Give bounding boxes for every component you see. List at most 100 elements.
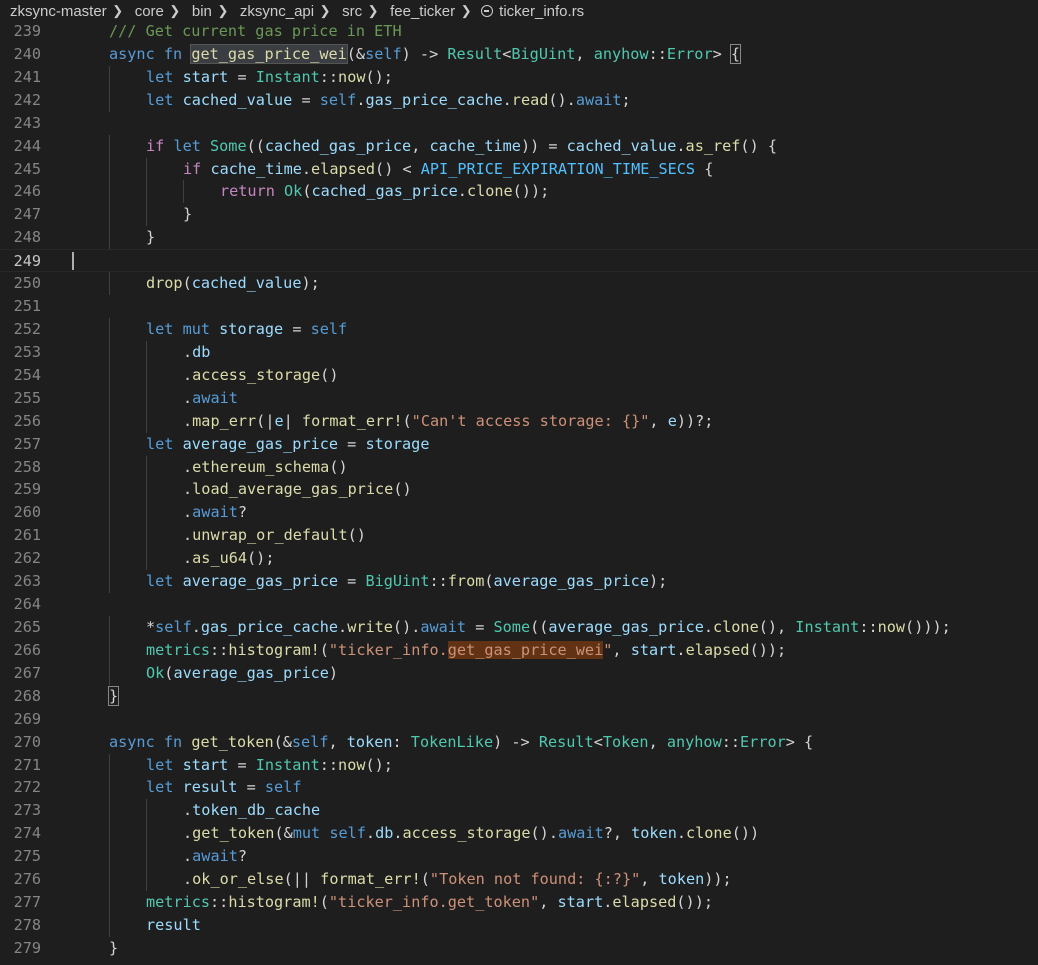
code-token: clone xyxy=(466,182,513,201)
indent-guide xyxy=(109,913,110,937)
code-line[interactable]: 248} xyxy=(0,226,1038,250)
code-token: Some xyxy=(493,617,531,636)
code-token: (& xyxy=(346,44,366,63)
code-token: . xyxy=(393,824,403,843)
breadcrumb-item[interactable]: core xyxy=(125,3,164,20)
code-line[interactable]: 249 xyxy=(0,249,1038,273)
code-token: metrics xyxy=(146,640,211,659)
code-line[interactable]: 239 /// Get current gas price in ETH xyxy=(0,20,1038,43)
code-line[interactable]: 260 .await? xyxy=(0,501,1038,525)
code-token: average_gas_price xyxy=(182,434,339,453)
code-line[interactable]: 245 if cache_time.elapsed() < API_PRICE_E… xyxy=(0,157,1038,181)
code-line[interactable]: 254 .access_storage() xyxy=(0,363,1038,387)
code-line[interactable]: 278 result xyxy=(0,913,1038,937)
code-line[interactable]: 247} xyxy=(0,203,1038,227)
code-token: ) -> xyxy=(401,44,448,63)
code-line[interactable]: 271 let start = Instant::now(); xyxy=(0,753,1038,777)
code-line[interactable]: 274 .get_token(&mut self.db.access_storag… xyxy=(0,822,1038,846)
code-line[interactable]: 270 async fn get_token(&self, token: Toke… xyxy=(0,731,1038,754)
indent-guide xyxy=(109,455,110,479)
line-number: 261 xyxy=(13,526,41,545)
code-token: (); xyxy=(247,549,275,568)
code-token: anyhow xyxy=(666,732,722,751)
code-line[interactable]: 264 xyxy=(0,593,1038,616)
code-line[interactable]: 280 xyxy=(0,960,1038,965)
code-line[interactable]: 242 let cached_value = self.gas_price_cac… xyxy=(0,88,1038,112)
code-token: :: xyxy=(210,640,229,659)
code-line[interactable]: 277 metrics::histogram!("ticker_info.get_… xyxy=(0,891,1038,914)
code-line[interactable]: 251 xyxy=(0,295,1038,318)
chevron-right-icon: ❯ xyxy=(112,3,124,18)
indent-guide xyxy=(109,317,110,341)
code-token: ()); xyxy=(676,893,713,912)
code-token: ); xyxy=(301,274,320,293)
line-number: 275 xyxy=(13,847,41,866)
code-token: , xyxy=(612,640,631,659)
code-line[interactable]: 266 metrics::histogram!("ticker_info.get_… xyxy=(0,638,1038,662)
code-line[interactable]: 279} xyxy=(0,937,1038,960)
code-line[interactable]: 262 .as_u64(); xyxy=(0,547,1038,571)
code-line[interactable]: 244 if let Some((cached_gas_price, cache_… xyxy=(0,134,1038,158)
code-line[interactable]: 246 return Ok(cached_gas_price.clone()); xyxy=(0,180,1038,204)
code-token: . xyxy=(183,342,193,361)
code-token: await xyxy=(192,388,238,407)
breadcrumb-item[interactable]: zksync_api xyxy=(230,3,314,20)
code-line[interactable]: 263 let average_gas_price = BigUint::from… xyxy=(0,570,1038,594)
code-token: . xyxy=(183,457,193,476)
code-token: (), xyxy=(758,617,796,636)
indent-guide xyxy=(109,661,110,685)
code-token: : xyxy=(392,732,411,751)
code-line[interactable]: 268} xyxy=(0,685,1038,708)
line-number: 247 xyxy=(13,205,41,224)
line-number: 240 xyxy=(13,44,41,63)
line-number: 258 xyxy=(13,457,41,476)
line-number: 273 xyxy=(13,801,41,820)
code-line[interactable]: 255 .await xyxy=(0,386,1038,410)
code-line[interactable]: 272 let result = self xyxy=(0,776,1038,800)
code-line[interactable]: 259 .load_average_gas_price() xyxy=(0,478,1038,502)
code-token: as_u64 xyxy=(192,549,248,568)
code-line[interactable]: 256 .map_err(|e| format_err!("Can't acces… xyxy=(0,409,1038,433)
breadcrumb-item[interactable]: fee_ticker xyxy=(380,3,455,20)
line-number: 259 xyxy=(13,480,41,499)
indent-guide xyxy=(109,340,110,364)
code-line[interactable]: 276 .ok_or_else(|| format_err!("Token not… xyxy=(0,868,1038,892)
rust-file-icon xyxy=(481,5,494,17)
code-line[interactable]: 257 let average_gas_price = storage xyxy=(0,432,1038,456)
code-text: async fn get_gas_price_wei(&self) -> Res… xyxy=(109,43,742,66)
code-text: .await? xyxy=(183,501,247,524)
code-line[interactable]: 267 Ok(average_gas_price) xyxy=(0,661,1038,685)
code-line[interactable]: 241 let start = Instant::now(); xyxy=(0,65,1038,89)
code-line[interactable]: 261 .unwrap_or_default() xyxy=(0,524,1038,548)
line-number: 252 xyxy=(13,319,41,338)
code-line[interactable]: 273 .token_db_cache xyxy=(0,799,1038,823)
breadcrumb-item[interactable]: src xyxy=(332,3,362,20)
code-token: let xyxy=(146,67,183,86)
breadcrumb-file[interactable]: ticker_info.rs xyxy=(495,3,584,20)
code-token: read xyxy=(511,90,549,109)
code-token: . xyxy=(183,847,193,866)
line-number: 255 xyxy=(13,388,41,407)
code-line[interactable]: 258 .ethereum_schema() xyxy=(0,455,1038,479)
code-token: () { xyxy=(740,136,777,155)
breadcrumb-item[interactable]: zksync-master xyxy=(0,3,107,20)
code-line[interactable]: 252 let mut storage = self xyxy=(0,317,1038,341)
code-line[interactable]: 243 xyxy=(0,112,1038,135)
code-line[interactable]: 240 async fn get_gas_price_wei(&self) -> … xyxy=(0,43,1038,66)
code-token: } xyxy=(107,685,120,706)
breadcrumb-item[interactable]: bin xyxy=(182,3,212,20)
code-line[interactable]: 275 .await? xyxy=(0,845,1038,869)
code-line[interactable]: 269 xyxy=(0,708,1038,731)
code-text: return Ok(cached_gas_price.clone()); xyxy=(220,180,549,203)
code-token: self xyxy=(329,824,366,843)
code-token: ( xyxy=(182,274,192,293)
code-line[interactable]: 250 drop(cached_value); xyxy=(0,272,1038,296)
code-text: metrics::histogram!("ticker_info.get_gas… xyxy=(146,639,786,662)
code-token: cache_time xyxy=(210,159,302,178)
code-editor[interactable]: 239 /// Get current gas price in ETH 240 as… xyxy=(0,20,1038,965)
code-token: () xyxy=(393,480,412,499)
indent-guide xyxy=(146,180,147,204)
code-line[interactable]: 265 *self.gas_price_cache.write().await =… xyxy=(0,615,1038,639)
indent-guide xyxy=(109,180,110,204)
code-line[interactable]: 253 .db xyxy=(0,340,1038,364)
